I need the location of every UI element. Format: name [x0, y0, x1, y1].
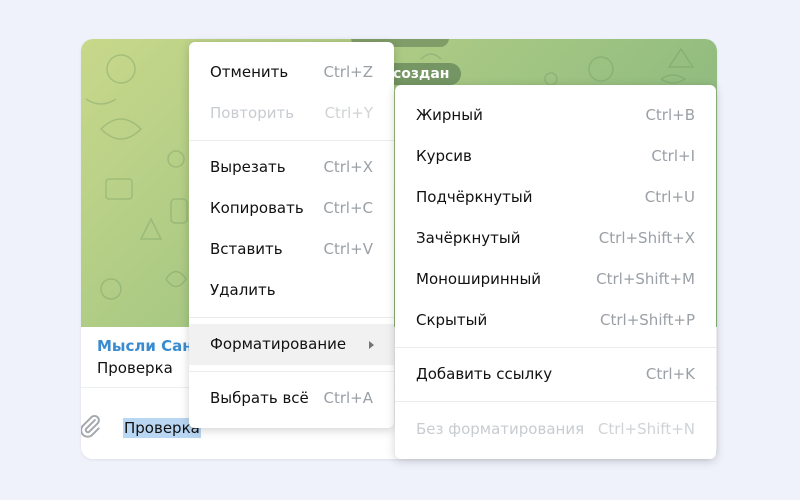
menu-item-label: Форматирование [210, 335, 347, 353]
menu-item-shortcut: Ctrl+I [651, 147, 695, 165]
menu-separator [395, 347, 716, 348]
menu-item-copy[interactable]: Копировать Ctrl+C [189, 188, 394, 229]
menu-item-label: Вырезать [210, 158, 286, 176]
menu-item-underline[interactable]: Подчёркнутый Ctrl+U [395, 177, 716, 218]
menu-item-select-all[interactable]: Выбрать всё Ctrl+A [189, 378, 394, 419]
menu-item-label: Повторить [210, 104, 295, 122]
menu-item-shortcut: Ctrl+Z [323, 63, 373, 81]
menu-item-label: Подчёркнутый [416, 188, 533, 206]
formatting-submenu: Жирный Ctrl+B Курсив Ctrl+I Подчёркнутый… [395, 85, 716, 459]
menu-item-shortcut: Ctrl+Shift+P [600, 311, 695, 329]
menu-item-label: Копировать [210, 199, 304, 217]
menu-item-paste[interactable]: Вставить Ctrl+V [189, 229, 394, 270]
menu-item-label: Зачёркнутый [416, 229, 521, 247]
menu-item-shortcut: Ctrl+X [323, 158, 373, 176]
menu-item-shortcut: Ctrl+Y [324, 104, 373, 122]
menu-item-add-link[interactable]: Добавить ссылку Ctrl+K [395, 354, 716, 395]
menu-item-italic[interactable]: Курсив Ctrl+I [395, 136, 716, 177]
menu-item-monospace[interactable]: Моноширинный Ctrl+Shift+M [395, 259, 716, 300]
menu-item-label: Без форматирования [416, 420, 585, 438]
menu-item-spoiler[interactable]: Скрытый Ctrl+Shift+P [395, 300, 716, 341]
menu-item-label: Скрытый [416, 311, 488, 329]
menu-item-shortcut: Ctrl+U [644, 188, 695, 206]
menu-item-shortcut: Ctrl+Shift+M [596, 270, 695, 288]
menu-item-shortcut: Ctrl+Shift+N [597, 420, 695, 438]
menu-item-redo: Повторить Ctrl+Y [189, 93, 394, 134]
menu-item-bold[interactable]: Жирный Ctrl+B [395, 95, 716, 136]
menu-separator [395, 401, 716, 402]
menu-item-shortcut: Ctrl+K [645, 365, 695, 383]
reply-text: Проверка [97, 359, 173, 377]
menu-separator [189, 371, 394, 372]
context-menu: Отменить Ctrl+Z Повторить Ctrl+Y Вырезат… [189, 42, 394, 428]
menu-item-shortcut: Ctrl+A [323, 389, 373, 407]
reply-author: Мысли Сан [97, 337, 193, 355]
menu-item-label: Удалить [210, 281, 276, 299]
menu-item-label: Добавить ссылку [416, 365, 553, 383]
menu-item-strikethrough[interactable]: Зачёркнутый Ctrl+Shift+X [395, 218, 716, 259]
menu-item-shortcut: Ctrl+V [323, 240, 373, 258]
menu-item-label: Жирный [416, 106, 483, 124]
menu-item-shortcut: Ctrl+Shift+X [598, 229, 695, 247]
menu-item-label: Отменить [210, 63, 289, 81]
chevron-right-icon [369, 341, 374, 349]
menu-item-label: Курсив [416, 147, 472, 165]
menu-separator [189, 140, 394, 141]
paperclip-icon[interactable] [81, 413, 103, 443]
menu-separator [189, 317, 394, 318]
menu-item-label: Выбрать всё [210, 389, 309, 407]
menu-item-delete[interactable]: Удалить [189, 270, 394, 311]
menu-item-shortcut: Ctrl+B [645, 106, 695, 124]
menu-item-clear-formatting: Без форматирования Ctrl+Shift+N [395, 409, 716, 450]
menu-item-label: Моноширинный [416, 270, 542, 288]
menu-item-label: Вставить [210, 240, 283, 258]
menu-item-undo[interactable]: Отменить Ctrl+Z [189, 52, 394, 93]
menu-item-cut[interactable]: Вырезать Ctrl+X [189, 147, 394, 188]
menu-item-shortcut: Ctrl+C [323, 199, 373, 217]
menu-item-formatting[interactable]: Форматирование [189, 324, 394, 365]
